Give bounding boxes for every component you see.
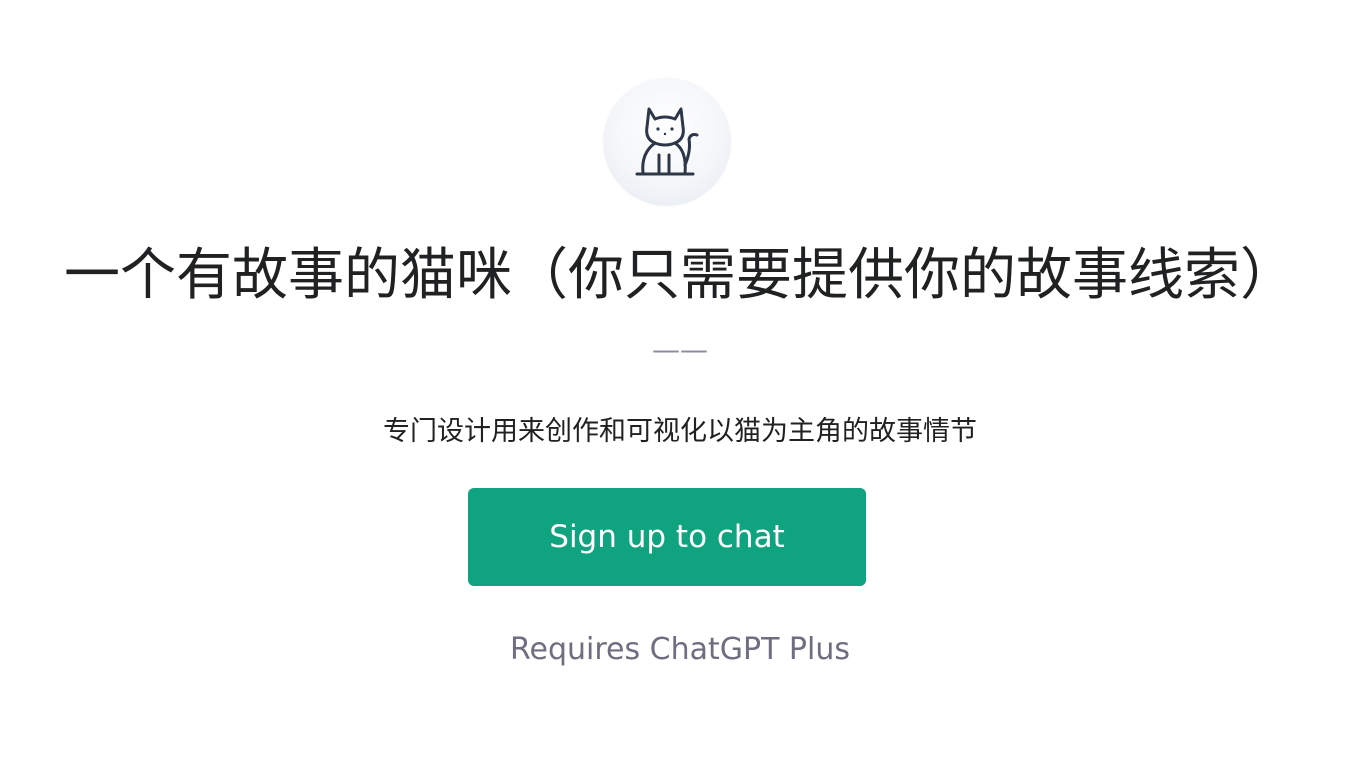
sign-up-button[interactable]: Sign up to chat: [468, 488, 866, 586]
gpt-description: 专门设计用来创作和可视化以猫为主角的故事情节: [383, 416, 977, 447]
gpt-title: 一个有故事的猫咪（你只需要提供你的故事线索）: [64, 243, 1296, 308]
cat-icon: [635, 107, 699, 176]
gpt-title-continuation: ——: [652, 333, 708, 366]
gpt-avatar: [603, 78, 731, 206]
requirement-note: Requires ChatGPT Plus: [509, 632, 851, 667]
